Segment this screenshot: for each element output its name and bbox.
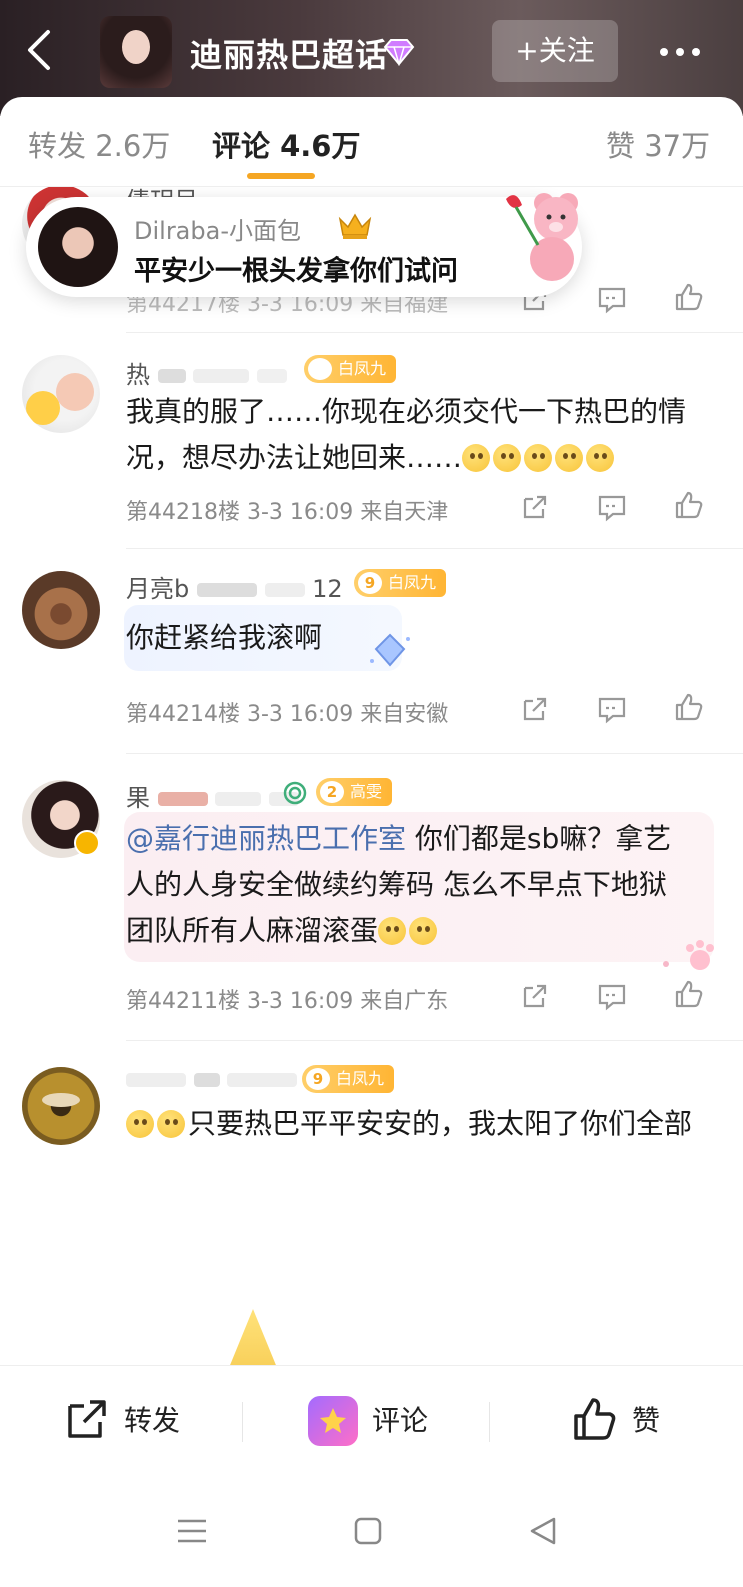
- topic-avatar[interactable]: [100, 16, 172, 88]
- divider: [242, 1402, 243, 1442]
- emoji-icon: [555, 444, 584, 472]
- reply-icon[interactable]: [596, 283, 628, 315]
- comment-label: 评论: [372, 1404, 429, 1437]
- reply-icon[interactable]: [596, 491, 628, 523]
- like-icon[interactable]: [673, 489, 705, 521]
- comment-text: 只要热巴平平安安的，我太阳了你们全部: [126, 1101, 716, 1147]
- tab-indicator: [247, 173, 315, 179]
- menu-icon[interactable]: [172, 1511, 212, 1551]
- comment-meta: 第44218楼 3-3 16:09 来自天津: [126, 500, 449, 525]
- tab-likes[interactable]: 赞 37万: [606, 123, 710, 165]
- share-icon[interactable]: [519, 491, 551, 523]
- back-arrow-icon[interactable]: [20, 28, 60, 72]
- system-nav-bar: [0, 1475, 743, 1587]
- crying-emoji-icon: [126, 1110, 154, 1138]
- tab-bar: 转发 2.6万 评论 4.6万 赞 37万: [0, 97, 743, 187]
- like-label: 赞: [632, 1404, 661, 1437]
- emoji-icon: [462, 444, 491, 472]
- reply-icon[interactable]: [596, 980, 628, 1012]
- thumbs-up-icon: [574, 1398, 616, 1440]
- fan-level-badge[interactable]: 9 白凤九: [302, 1065, 395, 1093]
- emoji-icon: [586, 444, 615, 472]
- share-icon[interactable]: [519, 980, 551, 1012]
- like-icon[interactable]: [673, 978, 705, 1010]
- comment-text: @嘉行迪丽热巴工作室 你们都是sb嘛？拿艺人的人身安全做续约筹码 怎么不早点下地…: [126, 822, 672, 947]
- emoji-icon: [524, 444, 553, 472]
- avatar[interactable]: [22, 571, 100, 649]
- username[interactable]: 果: [126, 778, 299, 813]
- comment-meta: 第44211楼 3-3 16:09 来自广东: [126, 989, 449, 1014]
- star-image: [230, 1309, 276, 1365]
- mention-link[interactable]: @嘉行迪丽热巴工作室: [126, 822, 406, 855]
- swirl-icon: [283, 781, 307, 805]
- divider: [126, 1040, 743, 1041]
- badge-label: 白凤九: [336, 1069, 385, 1088]
- teddy-bear-icon: [506, 193, 578, 281]
- badge-level: [308, 358, 332, 380]
- comment-text: 我真的服了……你现在必须交代一下热巴的情况，想尽办法让她回来……: [126, 395, 687, 474]
- repost-button[interactable]: 转发: [64, 1396, 204, 1446]
- toast-username: Dilraba-小面包: [134, 217, 301, 245]
- divider: [126, 753, 743, 754]
- badge-label: 白凤九: [388, 573, 437, 592]
- comment-meta: 第44214楼 3-3 16:09 来自安徽: [126, 702, 449, 727]
- back-triangle-icon[interactable]: [524, 1511, 564, 1551]
- username[interactable]: 月亮b 12: [126, 569, 343, 604]
- like-button[interactable]: 赞: [572, 1396, 682, 1446]
- emoji-icon: [378, 917, 407, 945]
- fan-level-badge[interactable]: 白凤九: [304, 355, 397, 383]
- divider: [489, 1402, 490, 1442]
- like-icon[interactable]: [673, 691, 705, 723]
- divider: [126, 332, 743, 333]
- emoji-icon: [493, 444, 522, 472]
- like-icon[interactable]: [673, 281, 705, 313]
- badge-level: 9: [306, 1068, 330, 1090]
- follow-button[interactable]: +关注: [492, 20, 618, 82]
- divider: [126, 548, 743, 549]
- bottom-action-bar: 转发 评论 赞: [0, 1365, 743, 1475]
- repost-icon: [68, 1400, 106, 1438]
- share-icon[interactable]: [519, 693, 551, 725]
- tab-repost[interactable]: 转发 2.6万: [28, 123, 170, 165]
- crying-emoji-icon: [157, 1110, 185, 1138]
- comment-icon: [308, 1396, 358, 1446]
- badge-level: 9: [358, 572, 382, 594]
- badge-label: 高雯: [350, 782, 383, 801]
- badge-label: 白凤九: [338, 359, 387, 378]
- badge-level: 2: [320, 781, 344, 803]
- more-options-icon[interactable]: [656, 36, 706, 66]
- avatar[interactable]: [22, 355, 100, 433]
- verified-icon: [74, 830, 100, 856]
- crown-icon: [338, 213, 372, 239]
- diamond-icon: [383, 39, 415, 66]
- avatar[interactable]: [22, 1067, 100, 1145]
- avatar[interactable]: [38, 207, 118, 287]
- username[interactable]: 热: [126, 355, 287, 390]
- comment-list[interactable]: 倩玥呆 第44217楼 3-3 16:09 来自福建 热 白凤九: [0, 187, 743, 1365]
- tab-comments[interactable]: 评论 4.6万: [212, 123, 360, 165]
- toast-text: 平安少一根头发拿你们试问: [134, 256, 458, 287]
- comment-sheet: 转发 2.6万 评论 4.6万 赞 37万 倩玥呆 第44217楼 3-3 16…: [0, 97, 743, 1587]
- comment-text: 你赶紧给我滚啊: [126, 621, 323, 654]
- repost-label: 转发: [124, 1404, 181, 1437]
- home-icon[interactable]: [348, 1511, 388, 1551]
- emoji-icon: [409, 917, 438, 945]
- topic-title[interactable]: 迪丽热巴超话: [190, 30, 388, 76]
- fan-level-badge[interactable]: 9 白凤九: [354, 569, 447, 597]
- username[interactable]: [126, 1065, 298, 1093]
- reply-icon[interactable]: [596, 693, 628, 725]
- fan-level-badge[interactable]: 2 高雯: [316, 778, 393, 806]
- comment-button[interactable]: 评论: [308, 1396, 448, 1446]
